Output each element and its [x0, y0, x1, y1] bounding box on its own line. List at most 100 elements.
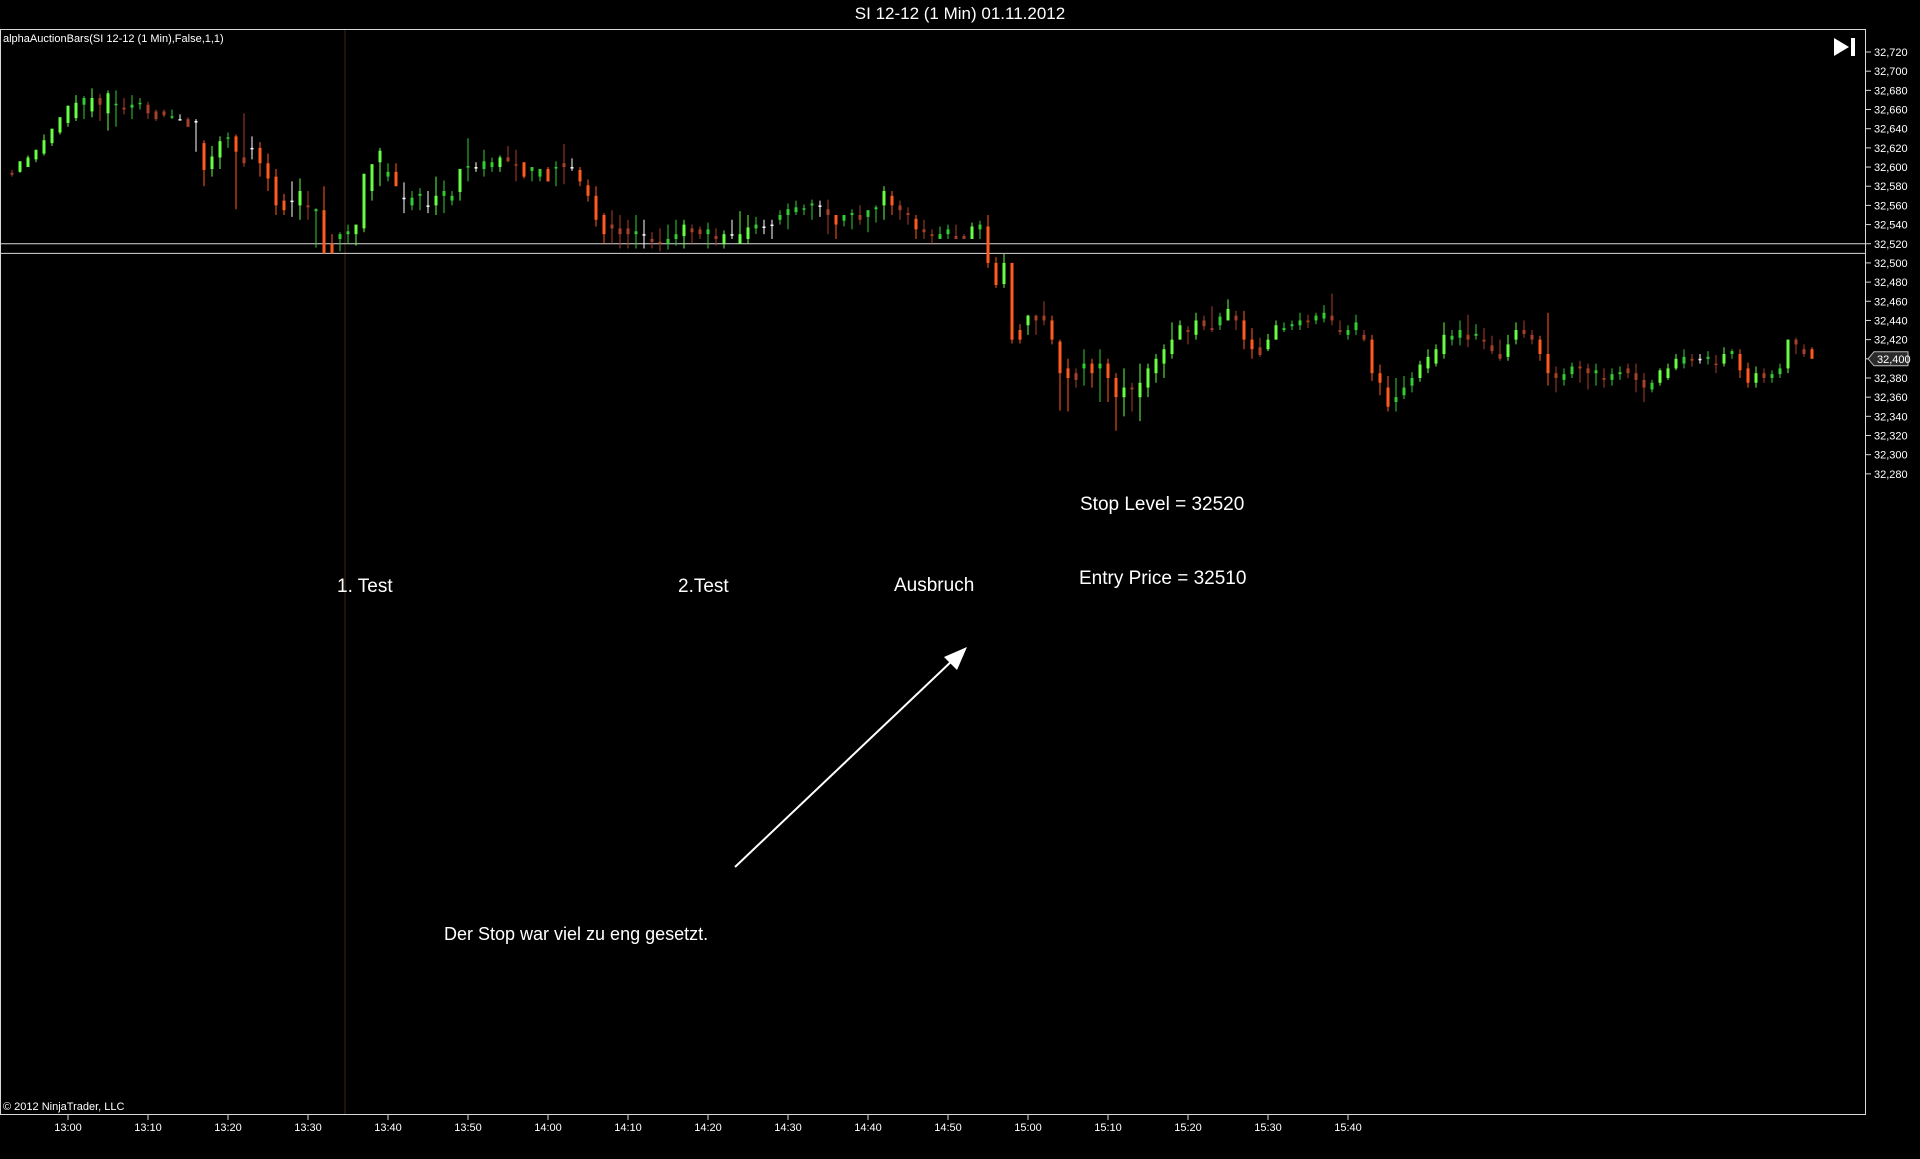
candle-body [186, 119, 190, 127]
candle-body [266, 163, 270, 179]
candle-body [962, 236, 966, 239]
y-tick-label: 32,540 [1874, 220, 1908, 232]
candle-body [770, 224, 774, 227]
candle-body [1810, 349, 1814, 359]
candle-body [466, 166, 470, 168]
candle-body [1010, 262, 1014, 340]
y-tick-label: 32,280 [1874, 469, 1908, 481]
stop-level-annotation: Stop Level = 32520 [1080, 494, 1245, 515]
candle-body [898, 205, 902, 211]
candle-body [1802, 349, 1806, 355]
candle-body [1426, 356, 1430, 369]
candle-body [1618, 372, 1622, 375]
breakout-annotation: Ausbruch [894, 575, 975, 596]
candle-body [1514, 330, 1518, 340]
comment-annotation: Der Stop war viel zu eng gesetzt. [444, 924, 709, 944]
candle-body [1794, 339, 1798, 345]
y-tick-label: 32,600 [1874, 162, 1908, 174]
candle-body [290, 200, 294, 203]
candle-body [394, 171, 398, 187]
candle-body [890, 195, 894, 206]
candle-body [530, 167, 534, 171]
candle-body [642, 234, 646, 236]
candle-body [746, 227, 750, 239]
candle-body [306, 205, 310, 208]
candle-body [1090, 363, 1094, 374]
candle-body [426, 205, 430, 207]
candle-body [586, 185, 590, 196]
candle-body [1114, 377, 1118, 398]
candle-body [522, 162, 526, 177]
skip-to-end-icon[interactable] [1832, 35, 1858, 59]
candle-body [1754, 373, 1758, 383]
candle-body [274, 176, 278, 206]
candle-body [1170, 339, 1174, 355]
candle-body [874, 207, 878, 210]
candle-body [1506, 344, 1510, 357]
candle-body [1674, 358, 1678, 369]
candle-body [1578, 366, 1582, 369]
candle-body [594, 195, 598, 220]
candle-body [1490, 345, 1494, 352]
candle-body [1082, 363, 1086, 369]
candle-body [1410, 377, 1414, 386]
candle-body [786, 209, 790, 215]
candle-body [1722, 354, 1726, 364]
candle-body [10, 172, 14, 175]
candle-body [1786, 339, 1790, 369]
candle-body [1562, 374, 1566, 380]
candle-body [946, 229, 950, 235]
candle-body [1186, 330, 1190, 332]
candle-body [146, 104, 150, 114]
candle-body [650, 238, 654, 242]
candle-body [1458, 330, 1462, 338]
candle-body [1194, 320, 1198, 335]
candle-body [162, 111, 166, 116]
candle-body [1570, 366, 1574, 375]
candle-body [1778, 368, 1782, 375]
candle-body [58, 117, 62, 133]
candle-body [378, 150, 382, 163]
candle-body [1746, 368, 1750, 383]
candle-body [994, 262, 998, 285]
x-tick-label: 15:40 [1334, 1122, 1362, 1134]
candle-body [1658, 370, 1662, 383]
candle-body [498, 157, 502, 168]
candle-body [66, 105, 70, 123]
candle-body [938, 234, 942, 239]
candle-body [538, 168, 542, 177]
candle-body [1474, 333, 1478, 336]
candle-body [1026, 315, 1030, 326]
candle-body [1034, 315, 1038, 321]
candle-body [690, 228, 694, 233]
candle-body [978, 224, 982, 230]
candle-body [1282, 328, 1286, 331]
candle-body [826, 209, 830, 215]
candle-body [1650, 382, 1654, 390]
candle-body [682, 224, 686, 237]
candle-body [970, 226, 974, 239]
candle-body [210, 156, 214, 169]
candle-body [114, 103, 118, 106]
candle-body [1018, 330, 1022, 340]
candle-body [1098, 363, 1102, 369]
y-tick-label: 32,620 [1874, 143, 1908, 155]
candle-body [514, 164, 518, 166]
candle-body [1682, 356, 1686, 364]
candle-body [1690, 358, 1694, 361]
candle-body [1602, 377, 1606, 380]
y-tick-label: 32,520 [1874, 239, 1908, 251]
candle-body [794, 207, 798, 213]
y-tick-label: 32,640 [1874, 124, 1908, 136]
candle-body [1762, 373, 1766, 378]
y-tick-label: 32,560 [1874, 200, 1908, 212]
candle-body [922, 229, 926, 233]
candle-body [1610, 374, 1614, 380]
candle-body [170, 116, 174, 118]
candle-body [402, 197, 406, 200]
candle-body [778, 214, 782, 220]
candle-body [18, 161, 22, 172]
y-tick-label: 32,580 [1874, 181, 1908, 193]
candle-body [706, 229, 710, 235]
x-tick-label: 14:00 [534, 1122, 562, 1134]
